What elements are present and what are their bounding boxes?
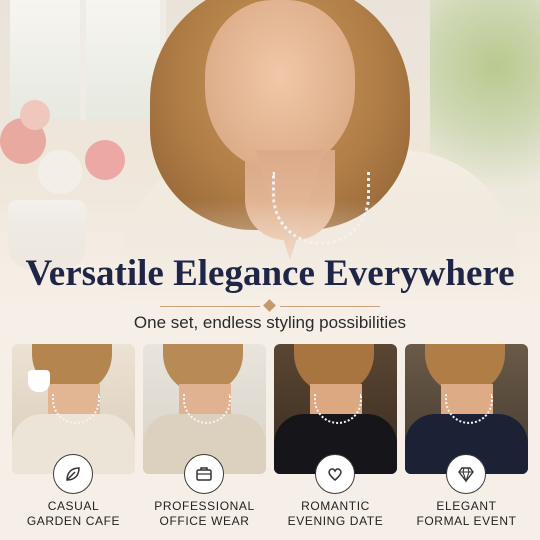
style-card-elegant: ELEGANT FORMAL EVENT [405, 344, 528, 534]
card-label: CASUAL GARDEN CAFE [12, 499, 135, 529]
card-label: PROFESSIONAL OFFICE WEAR [143, 499, 266, 529]
card-label-line1: ELEGANT [436, 499, 497, 513]
model-face [205, 0, 355, 170]
flower [20, 100, 50, 130]
subheadline: One set, endless styling possibilities [133, 313, 407, 332]
divider-diamond-icon [263, 299, 276, 312]
headline: Versatile Elegance Everywhere [25, 253, 515, 294]
leaf-icon [53, 454, 93, 494]
divider-right [280, 306, 380, 307]
card-label-line2: FORMAL EVENT [416, 514, 517, 528]
card-label-line1: CASUAL [47, 499, 100, 513]
flower [38, 150, 82, 194]
coffee-cup [28, 370, 50, 392]
card-label: ROMANTIC EVENING DATE [274, 499, 397, 529]
briefcase-icon [184, 454, 224, 494]
style-card-romantic: ROMANTIC EVENING DATE [274, 344, 397, 534]
card-label-line1: ROMANTIC [301, 499, 370, 513]
card-label: ELEGANT FORMAL EVENT [405, 499, 528, 529]
card-label-line1: PROFESSIONAL [154, 499, 255, 513]
card-label-line2: GARDEN CAFE [26, 514, 121, 528]
card-label-line2: EVENING DATE [287, 514, 384, 528]
flower [85, 140, 125, 180]
heart-icon [315, 454, 355, 494]
style-card-casual: CASUAL GARDEN CAFE [12, 344, 135, 534]
card-label-line2: OFFICE WEAR [159, 514, 250, 528]
diamond-icon [446, 454, 486, 494]
divider-left [160, 306, 260, 307]
style-card-professional: PROFESSIONAL OFFICE WEAR [143, 344, 266, 534]
